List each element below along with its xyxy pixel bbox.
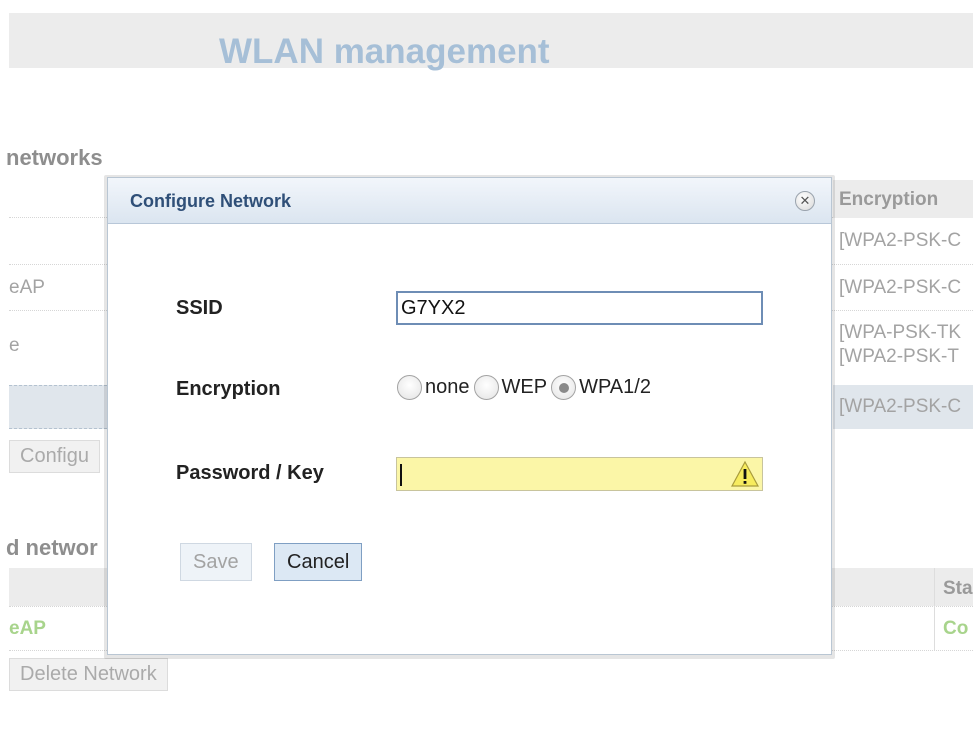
- dialog-header[interactable]: Configure Network ✕: [108, 178, 831, 224]
- encryption-option-wep[interactable]: WEP: [473, 375, 548, 400]
- table-row-status[interactable]: Co: [943, 618, 968, 640]
- table-row-encryption[interactable]: [WPA-PSK-TK: [839, 322, 961, 344]
- ssid-label: SSID: [176, 297, 223, 319]
- configure-network-dialog: Configure Network ✕ SSID Encryption none…: [107, 177, 832, 655]
- configured-networks-title: d networ: [6, 535, 98, 560]
- table-row-encryption[interactable]: [WPA2-PSK-C: [839, 396, 961, 418]
- password-input[interactable]: [396, 457, 763, 491]
- warning-icon: [730, 460, 760, 487]
- cancel-button[interactable]: Cancel: [274, 543, 363, 581]
- table-row-encryption[interactable]: [WPA2-PSK-C: [839, 277, 961, 299]
- radio-label: WPA1/2: [579, 376, 651, 398]
- radio-button-icon[interactable]: [397, 375, 422, 400]
- status-column-header: Sta: [943, 578, 973, 599]
- radio-button-selected-icon[interactable]: [551, 375, 577, 400]
- selected-row[interactable]: [9, 385, 107, 429]
- radio-label: none: [425, 376, 470, 398]
- encryption-label: Encryption: [176, 378, 281, 400]
- radio-label: WEP: [501, 376, 548, 398]
- column-divider: [934, 568, 935, 650]
- configure-button[interactable]: Configu: [9, 440, 100, 473]
- page-header: WLAN management: [9, 13, 973, 71]
- encryption-column-header: Encryption: [833, 180, 973, 218]
- save-button[interactable]: Save: [180, 543, 252, 581]
- table-row-name[interactable]: eAP: [9, 277, 45, 299]
- dialog-title: Configure Network: [130, 191, 292, 211]
- close-icon[interactable]: ✕: [795, 191, 815, 211]
- delete-network-button[interactable]: Delete Network: [9, 658, 168, 691]
- table-row-name[interactable]: eAP: [9, 618, 46, 640]
- available-networks-title: networks: [6, 145, 103, 170]
- table-row-encryption-2[interactable]: [WPA2-PSK-T: [839, 346, 959, 368]
- encryption-option-none[interactable]: none: [397, 375, 470, 400]
- ssid-input[interactable]: [396, 291, 763, 325]
- page-title: WLAN management: [219, 32, 550, 71]
- table-row-name[interactable]: e: [9, 335, 20, 357]
- encryption-option-wpa[interactable]: WPA1/2: [551, 375, 651, 400]
- password-label: Password / Key: [176, 462, 324, 484]
- text-caret: [400, 464, 402, 486]
- encryption-radio-group: none WEP WPA1/2: [397, 375, 655, 400]
- radio-button-icon[interactable]: [473, 375, 499, 400]
- table-row-encryption[interactable]: [WPA2-PSK-C: [839, 230, 961, 252]
